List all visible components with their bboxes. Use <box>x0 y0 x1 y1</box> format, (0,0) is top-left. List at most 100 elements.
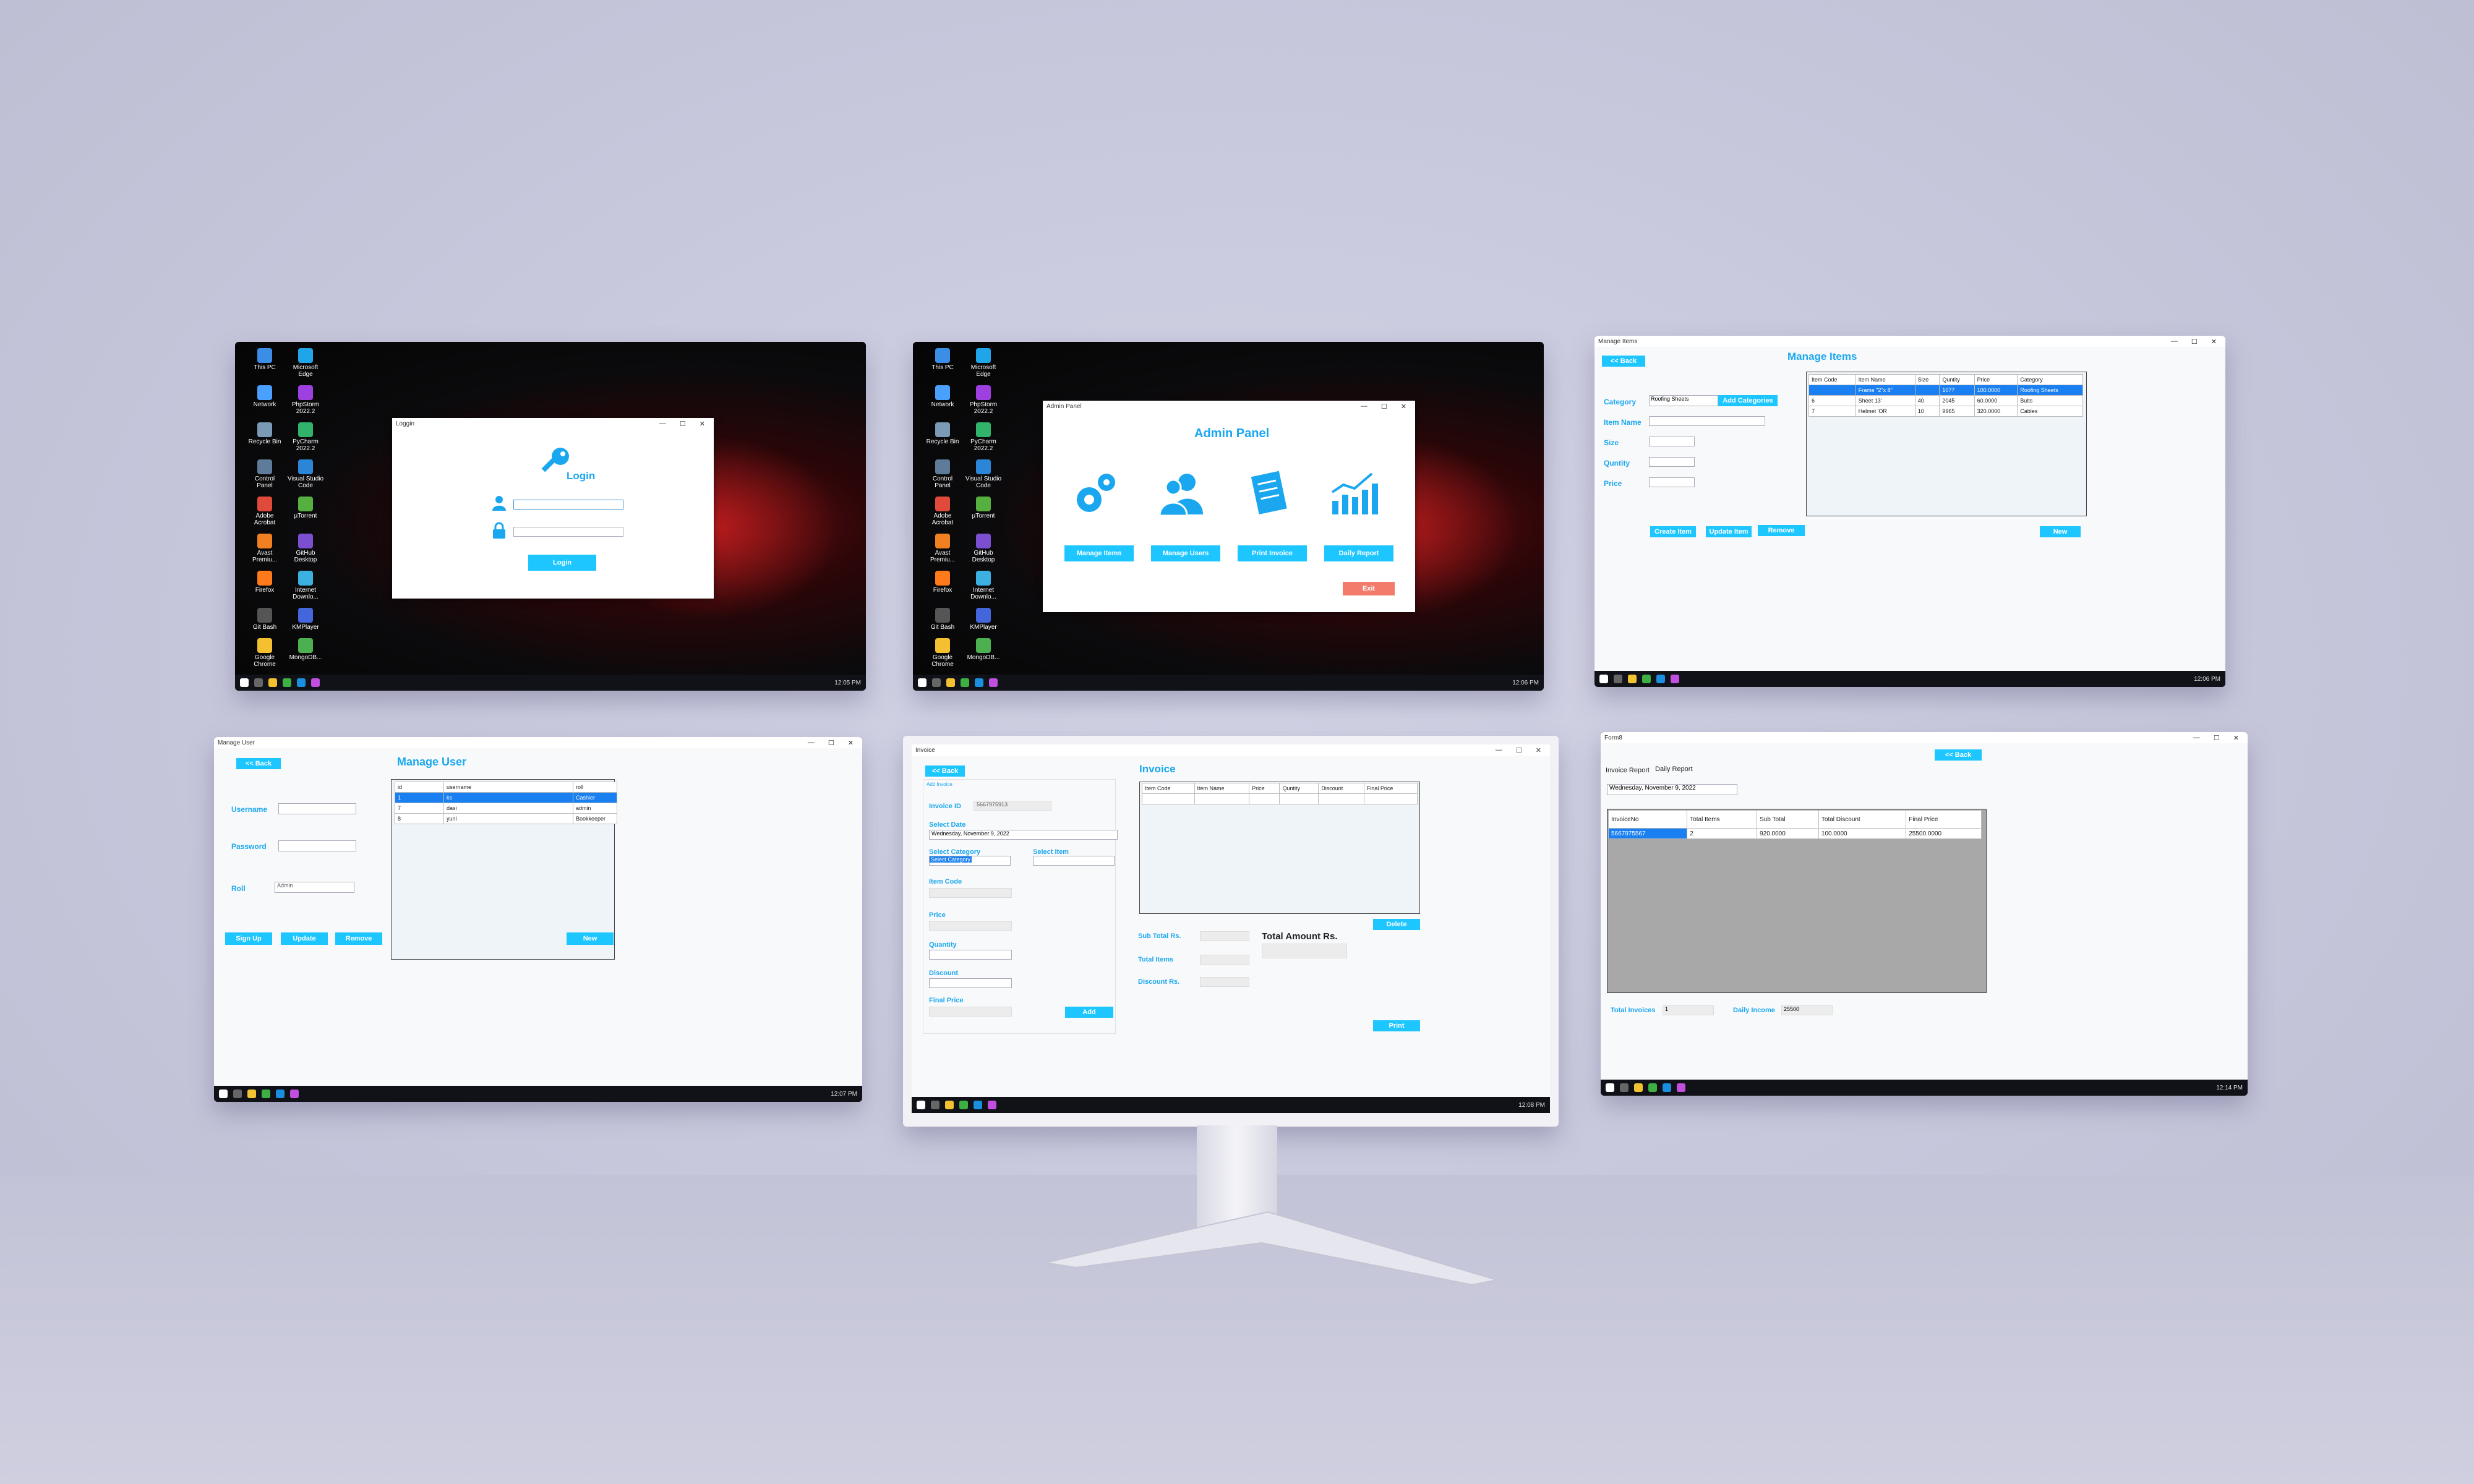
column-header[interactable]: Total Items <box>1687 810 1758 829</box>
close-icon[interactable]: ✕ <box>2211 338 2217 346</box>
new-button[interactable]: New <box>567 932 614 945</box>
desktop-shortcut[interactable]: Google Chrome <box>924 638 961 668</box>
column-header[interactable]: username <box>443 782 573 793</box>
vscode-icon[interactable] <box>975 678 983 687</box>
desktop-shortcut[interactable]: PyCharm 2022.2 <box>287 422 324 452</box>
discount-input[interactable] <box>929 978 1012 988</box>
back-button[interactable]: << Back <box>236 758 281 769</box>
table-row[interactable]: 6 Sheet 13' 40 2045 60.0000 Bults <box>1808 395 2083 406</box>
minimize-icon[interactable]: — <box>1496 746 1502 754</box>
desktop-shortcut[interactable]: µTorrent <box>287 497 324 526</box>
column-header[interactable]: Discount <box>1318 783 1364 794</box>
app-icon[interactable] <box>989 678 998 687</box>
close-icon[interactable]: ✕ <box>1536 746 1541 754</box>
desktop-shortcut[interactable]: Control Panel <box>246 459 283 489</box>
tab-daily-report[interactable]: Daily Report <box>1655 765 1693 773</box>
explorer-icon[interactable] <box>1634 1083 1643 1092</box>
table-row[interactable] <box>1142 793 1418 804</box>
start-icon[interactable] <box>240 678 249 687</box>
desktop-shortcut[interactable]: Microsoft Edge <box>287 348 324 378</box>
maximize-icon[interactable]: ☐ <box>680 420 686 428</box>
explorer-icon[interactable] <box>268 678 277 687</box>
table-row[interactable]: Frame "2"x 8" 1077 100.0000 Roofing Sheets <box>1808 385 2083 396</box>
category-select[interactable]: Select Category <box>929 856 1011 866</box>
start-icon[interactable] <box>1599 675 1608 683</box>
update-button[interactable]: Update <box>281 932 328 945</box>
close-icon[interactable]: ✕ <box>848 739 854 747</box>
start-icon[interactable] <box>917 1101 925 1109</box>
minimize-icon[interactable]: — <box>659 420 666 428</box>
item-select[interactable] <box>1033 856 1115 866</box>
close-icon[interactable]: ✕ <box>2233 734 2239 742</box>
desktop-shortcut[interactable]: Adobe Acrobat <box>924 497 961 526</box>
desktop-shortcut[interactable]: Internet Downlo... <box>965 571 1002 600</box>
table-row[interactable]: 7 dasi admin <box>395 803 617 814</box>
desktop-shortcut[interactable]: This PC <box>924 348 961 378</box>
close-icon[interactable]: ✕ <box>700 420 705 428</box>
vscode-icon[interactable] <box>1656 675 1665 683</box>
explorer-icon[interactable] <box>1628 675 1637 683</box>
report-table[interactable]: InvoiceNo Total Items Sub Total Total Di… <box>1607 810 1982 839</box>
desktop-shortcut[interactable]: Network <box>246 385 283 415</box>
manage-users-button[interactable]: Manage Users <box>1151 545 1220 561</box>
desktop-shortcut[interactable]: Git Bash <box>246 608 283 631</box>
maximize-icon[interactable]: ☐ <box>2214 734 2220 742</box>
desktop-shortcut[interactable]: Visual Studio Code <box>965 459 1002 489</box>
sign-up-button[interactable]: Sign Up <box>225 932 272 945</box>
desktop-shortcut[interactable]: Git Bash <box>924 608 961 631</box>
search-icon[interactable] <box>1620 1083 1629 1092</box>
password-input[interactable] <box>278 840 356 851</box>
table-row[interactable]: 7 Helmet 'OR 10 9965 320.0000 Cables <box>1808 406 2083 417</box>
username-input[interactable] <box>513 500 623 510</box>
column-header[interactable]: Size <box>1914 374 1940 385</box>
desktop-shortcut[interactable]: Recycle Bin <box>246 422 283 452</box>
chrome-icon[interactable] <box>959 1101 968 1109</box>
size-input[interactable] <box>1649 437 1695 446</box>
start-icon[interactable] <box>1606 1083 1614 1092</box>
desktop-shortcut[interactable]: µTorrent <box>965 497 1002 526</box>
print-button[interactable]: Print <box>1373 1020 1420 1031</box>
desktop-shortcut[interactable]: Microsoft Edge <box>965 348 1002 378</box>
items-table[interactable]: Item Code Item Name Size Quntity Price C… <box>1808 374 2083 417</box>
quantity-input[interactable] <box>929 950 1012 960</box>
desktop-shortcut[interactable]: PhpStorm 2022.2 <box>287 385 324 415</box>
start-icon[interactable] <box>219 1090 228 1098</box>
maximize-icon[interactable]: ☐ <box>2191 338 2198 346</box>
login-button[interactable]: Login <box>528 555 596 571</box>
desktop-shortcut[interactable]: PyCharm 2022.2 <box>965 422 1002 452</box>
app-icon[interactable] <box>1677 1083 1685 1092</box>
column-header[interactable]: Item Code <box>1808 374 1856 385</box>
column-header[interactable]: Sub Total <box>1757 810 1819 829</box>
column-header[interactable]: Item Name <box>1855 374 1915 385</box>
update-item-button[interactable]: Update Item <box>1706 526 1752 537</box>
desktop-shortcut[interactable]: Avast Premiu... <box>246 534 283 563</box>
desktop-shortcut[interactable]: Firefox <box>246 571 283 600</box>
explorer-icon[interactable] <box>946 678 955 687</box>
chrome-icon[interactable] <box>1642 675 1651 683</box>
back-button[interactable]: << Back <box>1935 749 1982 761</box>
search-icon[interactable] <box>254 678 263 687</box>
minimize-icon[interactable]: — <box>2193 734 2200 742</box>
add-button[interactable]: Add <box>1065 1007 1113 1018</box>
back-button[interactable]: << Back <box>1602 356 1645 367</box>
app-icon[interactable] <box>290 1090 299 1098</box>
search-icon[interactable] <box>932 678 941 687</box>
chrome-icon[interactable] <box>1648 1083 1657 1092</box>
desktop-shortcut[interactable]: GitHub Desktop <box>287 534 324 563</box>
new-button[interactable]: New <box>2040 526 2081 537</box>
roll-select[interactable]: Admin <box>275 882 354 893</box>
desktop-shortcut[interactable]: Visual Studio Code <box>287 459 324 489</box>
column-header[interactable]: Total Discount <box>1818 810 1907 829</box>
search-icon[interactable] <box>1614 675 1622 683</box>
close-icon[interactable]: ✕ <box>1401 403 1406 411</box>
chrome-icon[interactable] <box>262 1090 270 1098</box>
maximize-icon[interactable]: ☐ <box>828 739 834 747</box>
column-header[interactable]: Price <box>1249 783 1280 794</box>
vscode-icon[interactable] <box>1663 1083 1671 1092</box>
chrome-icon[interactable] <box>961 678 969 687</box>
minimize-icon[interactable]: — <box>1361 403 1368 411</box>
users-table[interactable]: id username roll 1 ks Cashier 7 dasi admin 8… <box>395 782 617 824</box>
remove-button[interactable]: Remove <box>1758 525 1805 536</box>
column-header[interactable]: id <box>395 782 444 793</box>
column-header[interactable]: Final Price <box>1363 783 1418 794</box>
